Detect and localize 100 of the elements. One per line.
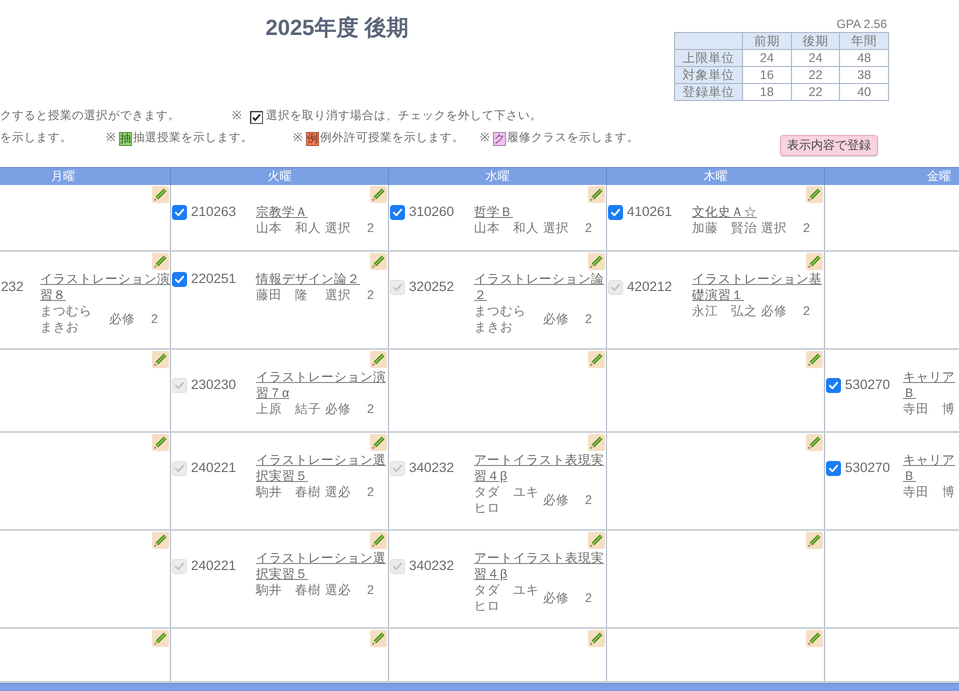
course-code: 410261: [627, 204, 672, 220]
pencil-icon[interactable]: [152, 253, 169, 270]
course-title-link[interactable]: 情報デザイン論２: [256, 271, 360, 287]
course-code: 340232: [409, 460, 454, 476]
table-cell: 40: [840, 84, 888, 100]
table-cell: 22: [791, 66, 840, 84]
course-category: 選必: [325, 485, 351, 499]
pencil-icon[interactable]: [806, 253, 823, 270]
pencil-icon[interactable]: [588, 434, 605, 451]
course-category: 必修: [109, 312, 135, 326]
legend-tag: 抽: [119, 132, 132, 146]
pencil-icon[interactable]: [806, 532, 823, 549]
course-category: 選択: [325, 221, 351, 235]
table-cell: 38: [840, 66, 888, 84]
teacher-name: 山本 和人: [474, 220, 539, 236]
table-cell: 18: [742, 84, 792, 100]
course-category: 必修: [543, 591, 569, 605]
checkbox[interactable]: [172, 204, 187, 220]
pencil-icon[interactable]: [806, 186, 823, 203]
pencil-icon[interactable]: [370, 351, 387, 368]
teacher-name: 藤田 隆: [256, 287, 308, 303]
course-category: 必修: [325, 402, 351, 416]
pencil-icon[interactable]: [588, 532, 605, 549]
note-mark: ※: [293, 131, 303, 146]
note-mark: ※: [232, 109, 242, 124]
course-category: 選択: [325, 288, 351, 302]
table-cell: 24: [791, 50, 840, 66]
column-header: 後期: [791, 32, 840, 50]
register-button[interactable]: 表示内容で登録: [780, 135, 878, 156]
gpa-value: GPA 2.56: [836, 17, 888, 32]
course-title-link[interactable]: イラストレーション演習８: [40, 271, 170, 303]
table-cell: 24: [742, 50, 792, 66]
pencil-icon[interactable]: [152, 434, 169, 451]
checkbox[interactable]: [172, 272, 187, 286]
course-credits: 2: [367, 287, 374, 303]
checkbox[interactable]: [826, 460, 841, 476]
teacher-name: タダ ユキヒロ: [474, 582, 540, 614]
teacher-name: 上原 結子: [256, 401, 321, 417]
table-corner: [674, 32, 742, 50]
table-cell: 48: [840, 50, 888, 66]
row-header: 上限単位: [674, 50, 742, 66]
course-credits: 2: [151, 311, 158, 327]
course-credits: 2: [367, 484, 374, 500]
pencil-icon[interactable]: [370, 532, 387, 549]
pencil-icon[interactable]: [370, 434, 387, 451]
teacher-name: まつむら: [40, 303, 92, 319]
pencil-icon[interactable]: [152, 186, 169, 203]
course-credits: 2: [367, 401, 374, 417]
checkbox[interactable]: [826, 378, 841, 392]
course-title-link[interactable]: キャリアＢ: [903, 369, 959, 401]
checkbox[interactable]: [608, 204, 623, 220]
pencil-icon[interactable]: [370, 630, 387, 647]
row-header: 対象単位: [674, 66, 742, 84]
course-category: 選必: [325, 583, 351, 597]
course-credits: 2: [367, 220, 374, 236]
table-cell: 16: [742, 66, 792, 84]
course-credits: 2: [585, 220, 592, 236]
course-code: 220251: [191, 271, 236, 287]
course-code: 530270: [845, 377, 890, 393]
course-code: 420212: [627, 279, 672, 295]
legend-text: 履修クラスを示します。: [507, 130, 639, 146]
teacher-name: 駒井 春樹: [256, 582, 321, 598]
course-title-link[interactable]: 哲学Ｂ: [474, 204, 513, 220]
day-label: 水曜: [486, 169, 510, 184]
legend-tag: 例: [306, 132, 319, 146]
day-label: 月曜: [51, 169, 75, 184]
teacher-name: まつむら: [474, 303, 526, 319]
pencil-icon[interactable]: [588, 186, 605, 203]
pencil-icon[interactable]: [588, 630, 605, 647]
teacher-name: 寺田 博: [903, 401, 955, 417]
pencil-icon[interactable]: [370, 253, 387, 270]
legend-text: 抽選授業を示します。: [133, 130, 253, 146]
course-title-link[interactable]: 宗教学Ａ: [256, 204, 308, 220]
day-label: 金曜: [927, 169, 951, 184]
pencil-icon[interactable]: [370, 186, 387, 203]
legend-text: クすると授業の選択ができます。: [0, 108, 180, 124]
course-code: 320252: [409, 279, 454, 295]
column-header: 年間: [840, 32, 888, 50]
pencil-icon[interactable]: [806, 351, 823, 368]
course-category: 選択: [543, 221, 569, 235]
teacher-name: タダ ユキヒロ: [474, 484, 540, 516]
pencil-icon[interactable]: [588, 351, 605, 368]
course-code: 210263: [191, 204, 236, 220]
legend-text: を示します。: [0, 131, 72, 146]
teacher-name: まきお: [40, 319, 79, 335]
course-category: 必修: [761, 304, 787, 318]
teacher-name: 加藤 賢治: [692, 220, 757, 236]
legend-tag: ク: [493, 132, 506, 146]
course-title-link[interactable]: 文化史Ａ☆: [692, 204, 757, 220]
pencil-icon[interactable]: [152, 532, 169, 549]
pencil-icon[interactable]: [588, 253, 605, 270]
course-code: 232: [1, 279, 24, 295]
pencil-icon[interactable]: [152, 630, 169, 647]
pencil-icon[interactable]: [806, 434, 823, 451]
checkbox[interactable]: [390, 204, 405, 220]
course-code: 230230: [191, 377, 236, 393]
pencil-icon[interactable]: [152, 351, 169, 368]
pencil-icon[interactable]: [806, 630, 823, 647]
course-title-link[interactable]: キャリアＢ: [903, 452, 959, 484]
course-category: 選択: [761, 221, 787, 235]
